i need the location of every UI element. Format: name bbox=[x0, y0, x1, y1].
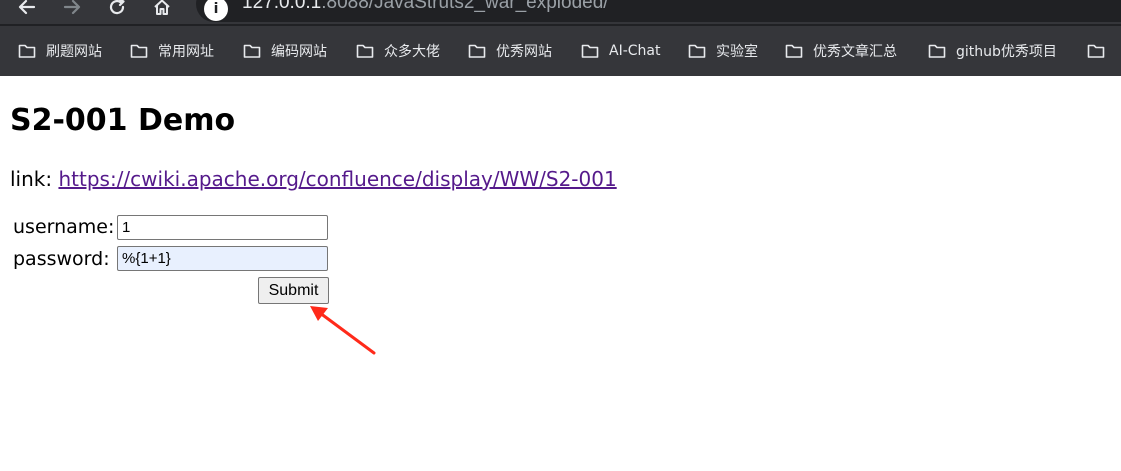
forward-button[interactable] bbox=[59, 0, 85, 20]
folder-icon bbox=[130, 44, 148, 58]
bookmark-folder[interactable]: AI-Chat bbox=[581, 40, 660, 62]
bookmark-folder[interactable]: 常用网址 bbox=[130, 40, 214, 62]
bookmark-label: 优秀网站 bbox=[496, 44, 552, 60]
arrow-left-icon bbox=[18, 0, 36, 15]
bookmark-folder[interactable]: 刷题网站 bbox=[18, 40, 102, 62]
link-prefix: link: bbox=[10, 167, 59, 191]
folder-icon bbox=[18, 44, 36, 58]
bookmark-folder[interactable]: 实验室 bbox=[688, 40, 758, 62]
annotation-arrow bbox=[310, 306, 376, 355]
bookmark-label: 优秀文章汇总 bbox=[813, 44, 897, 60]
url-text[interactable]: 127.0.0.1:8088/JavaStruts2_war_exploded/ bbox=[242, 0, 609, 14]
password-label: password: bbox=[13, 248, 110, 270]
bookmark-folder[interactable] bbox=[1087, 40, 1115, 62]
bookmark-label: 编码网站 bbox=[271, 44, 327, 60]
url-path: :8088/JavaStruts2_war_exploded/ bbox=[321, 0, 609, 13]
arrow-right-icon bbox=[63, 0, 81, 15]
page-content: S2-001 Demo link: https://cwiki.apache.o… bbox=[0, 76, 1121, 471]
bookmark-folder[interactable]: 优秀网站 bbox=[468, 40, 552, 62]
bookmark-label: 众多大佬 bbox=[384, 44, 440, 60]
bookmark-label: 刷题网站 bbox=[46, 44, 102, 60]
url-host: 127.0.0.1 bbox=[242, 0, 322, 13]
folder-icon bbox=[1087, 44, 1105, 58]
bookmark-label: github优秀项目 bbox=[956, 44, 1057, 60]
folder-icon bbox=[785, 44, 803, 58]
folder-icon bbox=[581, 44, 599, 58]
page-title: S2-001 Demo bbox=[10, 103, 236, 138]
reload-button[interactable] bbox=[104, 0, 130, 20]
bookmark-folder[interactable]: github优秀项目 bbox=[928, 40, 1057, 62]
advisory-link[interactable]: https://cwiki.apache.org/confluence/disp… bbox=[58, 167, 616, 191]
home-button[interactable] bbox=[149, 0, 175, 20]
bookmark-label: 常用网址 bbox=[158, 44, 214, 60]
username-label: username: bbox=[13, 216, 115, 238]
bookmark-folder[interactable]: 众多大佬 bbox=[356, 40, 440, 62]
link-line: link: https://cwiki.apache.org/confluenc… bbox=[10, 167, 617, 191]
home-icon bbox=[154, 0, 170, 15]
submit-button[interactable]: Submit bbox=[258, 277, 329, 304]
folder-icon bbox=[356, 44, 374, 58]
password-field[interactable] bbox=[117, 246, 328, 271]
folder-icon bbox=[688, 44, 706, 58]
folder-icon bbox=[243, 44, 261, 58]
username-field[interactable] bbox=[117, 215, 328, 240]
folder-icon bbox=[928, 44, 946, 58]
bookmark-label: AI-Chat bbox=[609, 43, 661, 59]
bookmarks-bar: 刷题网站 常用网址 编码网站 众多大佬 优秀网站 AI-Chat 实验室 优秀文… bbox=[0, 26, 1121, 76]
folder-icon bbox=[468, 44, 486, 58]
bookmark-label: 实验室 bbox=[716, 44, 758, 60]
reload-icon bbox=[109, 0, 125, 15]
address-bar[interactable]: i 127.0.0.1:8088/JavaStruts2_war_explode… bbox=[196, 0, 1121, 22]
info-icon[interactable]: i bbox=[204, 0, 228, 21]
browser-toolbar: i 127.0.0.1:8088/JavaStruts2_war_explode… bbox=[0, 0, 1121, 24]
back-button[interactable] bbox=[14, 0, 40, 20]
browser-chrome: i 127.0.0.1:8088/JavaStruts2_war_explode… bbox=[0, 0, 1121, 76]
bookmark-folder[interactable]: 编码网站 bbox=[243, 40, 327, 62]
bookmark-folder[interactable]: 优秀文章汇总 bbox=[785, 40, 897, 62]
